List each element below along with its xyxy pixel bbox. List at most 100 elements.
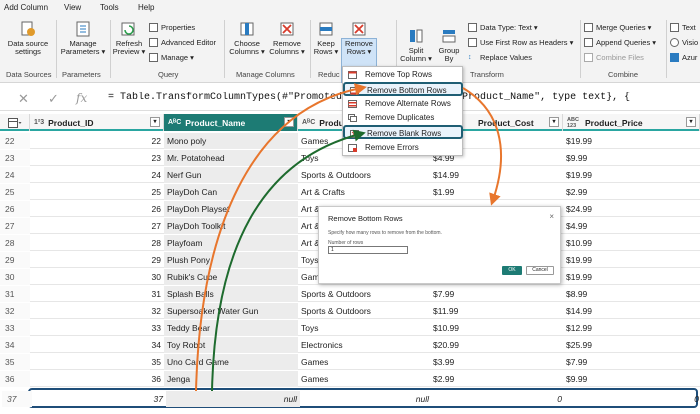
table-row[interactable]: 32 32 Supersoaker Water Gun Sports & Outdoo…: [0, 303, 700, 319]
group-label-reduce: Reduc: [318, 70, 340, 79]
table-row-null[interactable]: 37 37 null null 0 0: [2, 388, 699, 408]
cell-product-price: $19.99: [566, 255, 592, 265]
choose-columns-icon: [240, 22, 254, 36]
menu-tools[interactable]: Tools: [100, 3, 119, 12]
azure-icon: [670, 53, 679, 62]
menu-remove-alternate-rows[interactable]: Remove Alternate Rows: [343, 97, 463, 111]
replace-icon: ↕: [468, 54, 472, 61]
fx-icon[interactable]: fx: [76, 91, 87, 105]
table-row[interactable]: 31 31 Splash Balls Sports & Outdoors $7.99 $8…: [0, 286, 700, 302]
cell-product-id: 36: [151, 374, 161, 384]
group-label-manage-columns: Manage Columns: [236, 70, 295, 79]
table-row[interactable]: 25 25 PlayDoh Can Art & Crafts $1.99 $2.99: [0, 184, 700, 200]
manage-parameters-button[interactable]: Manage Parameters ▾: [58, 20, 108, 56]
dialog-description: Specify how many rows to remove from the…: [328, 230, 442, 236]
append-icon: [584, 38, 593, 47]
manage-button[interactable]: Manage ▾: [149, 53, 194, 62]
split-column-button[interactable]: Split Column ▾: [400, 27, 432, 63]
cell-product-name: Supersoaker Water Gun: [164, 303, 298, 319]
text-analytics-button[interactable]: Text: [670, 23, 696, 32]
table-menu-icon[interactable]: [0, 114, 30, 131]
column-header-product-price[interactable]: ABC 123 Product_Price ▾: [563, 114, 700, 131]
row-number: 33: [0, 320, 30, 336]
cell-product-id: 32: [151, 306, 161, 316]
properties-icon: [149, 23, 158, 32]
refresh-preview-button[interactable]: Refresh Preview ▾: [112, 20, 146, 56]
cancel-formula-icon[interactable]: ✕: [18, 91, 29, 107]
table-row[interactable]: 34 34 Toy Robot Electronics $20.99 $25.99: [0, 337, 700, 353]
cell-product-id: 26: [151, 204, 161, 214]
cell-product-price: $24.99: [566, 204, 592, 214]
whole-number-type-icon[interactable]: 1²3: [34, 119, 44, 126]
text-type-icon[interactable]: AᴮC: [302, 119, 315, 126]
cell-product-category: null: [415, 394, 429, 404]
cell-product-name: Mr. Potatohead: [164, 150, 298, 166]
menu-remove-duplicates[interactable]: Remove Duplicates: [343, 111, 463, 125]
group-by-button[interactable]: Group By: [434, 27, 464, 63]
cancel-button[interactable]: Cancel: [526, 266, 554, 275]
menu-remove-blank-rows[interactable]: Remove Blank Rows: [343, 125, 463, 139]
row-number: 25: [0, 184, 30, 200]
filter-dropdown-icon[interactable]: ▾: [549, 117, 559, 127]
menu-add-column[interactable]: Add Column: [4, 3, 48, 12]
cell-product-cost: 0: [557, 394, 562, 404]
table-row[interactable]: 24 24 Nerf Gun Sports & Outdoors $14.99 $19.9…: [0, 167, 700, 183]
remove-rows-menu: Remove Top Rows Remove Bottom Rows Remov…: [342, 66, 463, 156]
vision-button[interactable]: Visio: [670, 38, 698, 47]
menu-help[interactable]: Help: [138, 3, 154, 12]
column-header-product-name[interactable]: AᴮC Product_Name ▾: [164, 114, 298, 131]
keep-rows-icon: [319, 22, 333, 36]
cell-product-name: PlayDoh Playset: [164, 201, 298, 217]
dialog-title: Remove Bottom Rows: [328, 214, 403, 223]
filter-dropdown-icon[interactable]: ▾: [284, 117, 294, 127]
remove-rows-button[interactable]: Remove Rows ▾: [341, 20, 377, 56]
menu-remove-errors[interactable]: Remove Errors: [343, 141, 463, 155]
keep-rows-button[interactable]: Keep Rows ▾: [312, 20, 340, 56]
cell-product-category: Sports & Outdoors: [301, 170, 371, 180]
data-type-icon: [468, 23, 477, 32]
cell-product-category: Sports & Outdoors: [301, 306, 371, 316]
filter-dropdown-icon[interactable]: ▾: [686, 117, 696, 127]
merge-queries-button[interactable]: Merge Queries ▾: [584, 23, 651, 32]
data-type-dropdown[interactable]: Data Type: Text ▾: [468, 23, 538, 32]
close-icon[interactable]: ×: [549, 212, 554, 221]
any-type-icon[interactable]: ABC 123: [567, 117, 581, 129]
replace-values-button[interactable]: ↕ Replace Values: [468, 53, 532, 62]
cell-product-id: 37: [153, 394, 163, 404]
menu-view[interactable]: View: [64, 3, 81, 12]
menu-remove-top-rows[interactable]: Remove Top Rows: [343, 68, 463, 82]
filter-dropdown-icon[interactable]: ▾: [150, 117, 160, 127]
table-row[interactable]: 33 33 Teddy Bear Toys $10.99 $12.99: [0, 320, 700, 336]
combine-files-button[interactable]: Combine Files: [584, 53, 644, 62]
ok-button[interactable]: OK: [502, 266, 522, 275]
properties-button[interactable]: Properties: [149, 23, 195, 32]
cell-product-cost: $3.99: [433, 357, 455, 367]
cell-product-name: Uno Card Game: [164, 354, 298, 370]
confirm-formula-icon[interactable]: ✓: [48, 91, 59, 107]
cell-product-id: 33: [151, 323, 161, 333]
cell-product-name: Teddy Bear: [164, 320, 298, 336]
cell-product-category: Art & Crafts: [301, 187, 345, 197]
editor-icon: [149, 38, 158, 47]
choose-columns-button[interactable]: Choose Columns ▾: [228, 20, 266, 56]
text-type-icon[interactable]: AᴮC: [168, 119, 181, 126]
number-of-rows-input[interactable]: 1: [328, 246, 408, 254]
azure-ml-button[interactable]: Azur: [670, 53, 697, 62]
use-first-row-headers-button[interactable]: Use First Row as Headers ▾: [468, 38, 573, 47]
table-row[interactable]: 36 36 Jenga Games $2.99 $9.99: [0, 371, 700, 387]
append-queries-button[interactable]: Append Queries ▾: [584, 38, 656, 47]
table-row[interactable]: 35 35 Uno Card Game Games $3.99 $7.99: [0, 354, 700, 370]
data-source-settings-button[interactable]: Data source settings: [4, 20, 52, 56]
menu-remove-bottom-rows[interactable]: Remove Bottom Rows: [343, 82, 463, 96]
cell-product-name: Splash Balls: [164, 286, 298, 302]
remove-columns-button[interactable]: Remove Columns ▾: [268, 20, 306, 56]
cell-product-price: $10.99: [566, 238, 592, 248]
cell-product-name: Playfoam: [164, 235, 298, 251]
cell-product-price: $4.99: [566, 221, 588, 231]
advanced-editor-button[interactable]: Advanced Editor: [149, 38, 216, 47]
row-number: 24: [0, 167, 30, 183]
column-header-product-id[interactable]: 1²3 Product_ID ▾: [30, 114, 164, 131]
group-label-data-sources: Data Sources: [6, 70, 52, 79]
cell-product-name: Jenga: [164, 371, 298, 387]
row-number: 31: [0, 286, 30, 302]
